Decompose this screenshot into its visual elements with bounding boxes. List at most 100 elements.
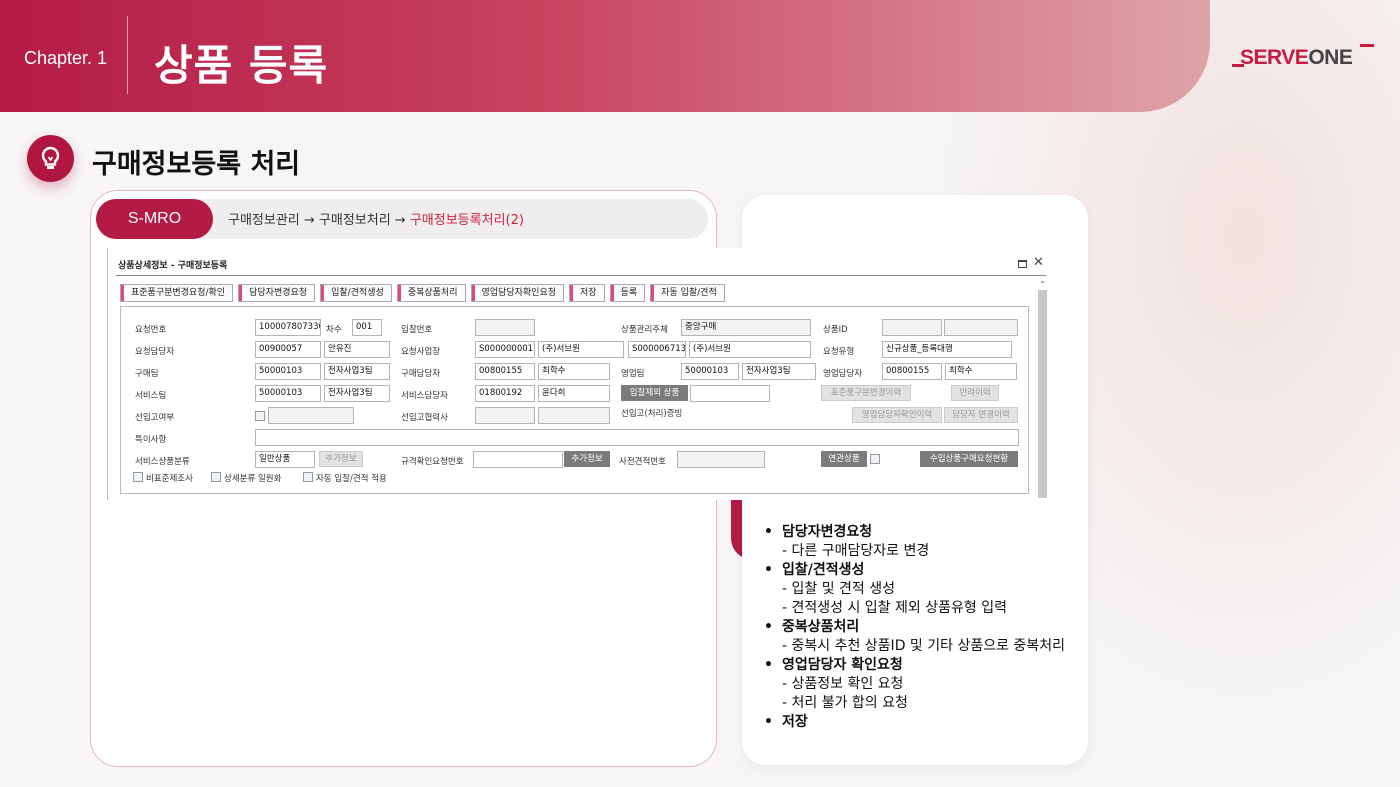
note-item: 영업담당자 확인요청 - 상품정보 확인 요청 - 처리 불가 합의 요청 bbox=[764, 656, 1065, 713]
mgmt-field[interactable]: 중앙구매 bbox=[681, 319, 811, 336]
label-special: 특이사항 bbox=[135, 435, 167, 445]
tab-auto-bid[interactable]: 자동 입찰/견적 bbox=[650, 284, 725, 302]
close-icon[interactable]: ✕ bbox=[1033, 255, 1044, 270]
lightbulb-icon bbox=[27, 135, 74, 182]
return-history-button[interactable]: 반려이력 bbox=[951, 385, 999, 401]
label-buy-mgr: 구매담당자 bbox=[401, 369, 441, 379]
tab-bid-quote[interactable]: 입찰/견적생성 bbox=[320, 284, 392, 302]
pre-partner-code[interactable] bbox=[475, 407, 535, 424]
label-sales-mgr: 영업담당자 bbox=[823, 369, 863, 379]
sales-mgr-name[interactable]: 최학수 bbox=[945, 363, 1017, 380]
svc-mgr-code[interactable]: 01800192 bbox=[475, 385, 535, 402]
serveone-logo: SERVEONE bbox=[1232, 44, 1382, 72]
header-banner: Chapter. 1 상품 등록 bbox=[0, 0, 1210, 112]
pre-in-field[interactable] bbox=[268, 407, 354, 424]
req-site-name2[interactable]: (주)서브원 bbox=[689, 341, 811, 358]
sales-team-code[interactable]: 50000103 bbox=[681, 363, 739, 380]
related-checkbox[interactable] bbox=[870, 454, 880, 464]
tab-save[interactable]: 저장 bbox=[569, 284, 605, 302]
req-site-name1[interactable]: (주)서브원 bbox=[538, 341, 624, 358]
label-svc-class: 서비스상품분류 bbox=[135, 457, 190, 467]
buy-team-code[interactable]: 50000103 bbox=[255, 363, 321, 380]
note-item: 저장 bbox=[764, 713, 1065, 732]
req-type-field[interactable]: 신규상품_등록대행 bbox=[882, 341, 1012, 358]
notes-list: 담당자변경요청 - 다른 구매담당자로 변경 입찰/견적생성 - 입찰 및 견적… bbox=[764, 523, 1065, 732]
bid-exclude-field[interactable] bbox=[690, 385, 770, 402]
bid-no-field[interactable] bbox=[475, 319, 535, 336]
maximize-icon[interactable] bbox=[1018, 260, 1027, 268]
unify-class-checkbox[interactable] bbox=[211, 472, 221, 482]
breadcrumb-path: 구매정보관리 → 구매정보처리 → bbox=[228, 213, 410, 228]
std-history-button[interactable]: 표준품구분변경이력 bbox=[821, 385, 911, 401]
tab-register[interactable]: 등록 bbox=[609, 284, 646, 302]
import-status-button[interactable]: 수입상품구매요청현황 bbox=[920, 451, 1018, 467]
tab-sales-confirm[interactable]: 영업담당자확인요청 bbox=[470, 284, 565, 302]
sales-team-name[interactable]: 전자사업3팀 bbox=[742, 363, 816, 380]
note-title: 중복상품처리 bbox=[764, 618, 1065, 637]
scroll-up-icon[interactable]: ⌃ bbox=[1038, 280, 1047, 289]
header-divider bbox=[127, 16, 128, 94]
nonstandard-maker-checkbox[interactable] bbox=[133, 472, 143, 482]
mgr-change-history-button[interactable]: 담당자 변경이력 bbox=[944, 407, 1018, 423]
seq-field[interactable]: 001 bbox=[352, 319, 382, 336]
label-svc-mgr: 서비스담당자 bbox=[401, 391, 448, 401]
note-title: 저장 bbox=[764, 713, 1065, 732]
detail-form: 요청번호 100007807330 차수 001 입찰번호 상품관리주체 중앙구… bbox=[120, 306, 1029, 494]
prod-id-field[interactable] bbox=[882, 319, 942, 336]
req-mgr-name[interactable]: 안유진 bbox=[324, 341, 390, 358]
req-site-code1[interactable]: S000000001 bbox=[475, 341, 535, 358]
special-field[interactable] bbox=[255, 429, 1019, 446]
note-sub: - 다른 구매담당자로 변경 bbox=[782, 543, 930, 559]
label-svc-team: 서비스팀 bbox=[135, 391, 167, 401]
svc-team-code[interactable]: 50000103 bbox=[255, 385, 321, 402]
note-sub: - 견적생성 시 입찰 제외 상품유형 입력 bbox=[782, 600, 1007, 616]
spec-no-field[interactable] bbox=[473, 451, 563, 468]
page-title: 상품 등록 bbox=[154, 41, 329, 90]
label-req-no: 요청번호 bbox=[135, 325, 167, 335]
pre-in-checkbox[interactable] bbox=[255, 411, 265, 421]
chapter-label: Chapter. 1 bbox=[24, 48, 108, 68]
note-sub: - 입찰 및 견적 생성 bbox=[782, 581, 896, 597]
buy-team-name[interactable]: 전자사업3팀 bbox=[324, 363, 390, 380]
buy-mgr-name[interactable]: 최학수 bbox=[538, 363, 610, 380]
svc-mgr-name[interactable]: 윤다희 bbox=[538, 385, 610, 402]
svc-class-field[interactable]: 일반상품 bbox=[255, 451, 315, 468]
label-pre-proof: 선입고(처리)증빙 bbox=[621, 409, 683, 419]
auto-bid-checkbox[interactable] bbox=[303, 472, 313, 482]
sales-mgr-code[interactable]: 00800155 bbox=[882, 363, 942, 380]
related-product-button[interactable]: 연관상품 bbox=[821, 451, 867, 467]
window-title: 상품상세정보 - 구매정보등록 bbox=[118, 261, 228, 271]
req-site-code2[interactable]: S000006713 bbox=[628, 341, 686, 358]
note-sub: - 처리 불가 합의 요청 bbox=[782, 695, 908, 711]
pre-quote-field[interactable] bbox=[677, 451, 765, 468]
label-buy-team: 구매팀 bbox=[135, 369, 159, 379]
pre-partner-name[interactable] bbox=[538, 407, 610, 424]
note-sub: - 중복시 추천 상품ID 및 기타 상품으로 중복처리 bbox=[782, 638, 1065, 654]
product-detail-window: 상품상세정보 - 구매정보등록 ✕ 표준품구분변경요청/확인 담당자변경요청 입… bbox=[107, 248, 1048, 500]
label-pre-quote: 사전견적번호 bbox=[619, 457, 666, 467]
tab-duplicate[interactable]: 중복상품처리 bbox=[396, 284, 466, 302]
add-info-button[interactable]: 추가정보 bbox=[319, 451, 363, 467]
label-req-mgr: 요청담당자 bbox=[135, 347, 175, 357]
sales-confirm-history-button[interactable]: 영업담당자확인이력 bbox=[852, 407, 942, 423]
label-req-site: 요청사업장 bbox=[401, 347, 441, 357]
req-no-field[interactable]: 100007807330 bbox=[255, 319, 321, 336]
prod-id-field-2[interactable] bbox=[944, 319, 1018, 336]
tab-standard-change[interactable]: 표준품구분변경요청/확인 bbox=[120, 284, 234, 302]
req-mgr-code[interactable]: 00900057 bbox=[255, 341, 321, 358]
svc-team-name[interactable]: 전자사업3팀 bbox=[324, 385, 390, 402]
label-sales-team: 영업팀 bbox=[621, 369, 645, 379]
add-info-button-2[interactable]: 추가정보 bbox=[564, 451, 610, 467]
scrollbar[interactable] bbox=[1038, 290, 1047, 498]
breadcrumb-active: 구매정보등록처리(2) bbox=[409, 213, 524, 228]
bid-exclude-button[interactable]: 입찰제외 상품 bbox=[621, 385, 688, 401]
note-title: 입찰/견적생성 bbox=[764, 561, 1065, 580]
label-spec-no: 규격확인요청번호 bbox=[401, 457, 464, 467]
tab-manager-change[interactable]: 담당자변경요청 bbox=[238, 284, 316, 302]
label-bid-no: 입찰번호 bbox=[401, 325, 433, 335]
label-seq: 차수 bbox=[326, 325, 342, 335]
label-pre-in: 선입고여부 bbox=[135, 413, 175, 423]
note-item: 담당자변경요청 - 다른 구매담당자로 변경 bbox=[764, 523, 1065, 561]
buy-mgr-code[interactable]: 00800155 bbox=[475, 363, 535, 380]
note-sub: - 상품정보 확인 요청 bbox=[782, 676, 904, 692]
